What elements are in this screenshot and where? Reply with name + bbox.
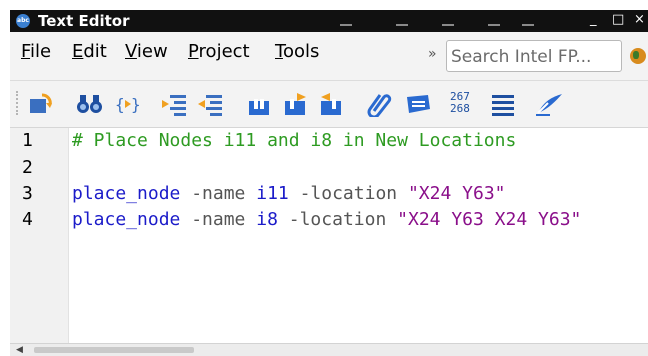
code-command: place_node — [72, 183, 181, 204]
toolbar: {} 267 268 — [10, 81, 648, 128]
window-title: Text Editor — [38, 12, 130, 30]
close-button[interactable]: × — [634, 12, 645, 27]
menu-project-label: roject — [198, 41, 250, 62]
code-string: "X24 Y63 X24 Y63" — [397, 209, 582, 230]
title-decoration — [396, 24, 408, 26]
code-line[interactable]: place_node -name i8 -location "X24 Y63 X… — [72, 209, 581, 230]
horizontal-scrollbar[interactable]: ◀ — [10, 343, 648, 356]
code-command: place_node — [72, 209, 181, 230]
code-line[interactable]: place_node -name i11 -location "X24 Y63" — [72, 183, 506, 204]
bookmark-icon[interactable] — [246, 91, 272, 117]
title-decoration — [340, 24, 352, 26]
toolbar-overflow-chevron-icon[interactable]: » — [428, 46, 437, 62]
svg-text:{: { — [115, 95, 125, 114]
app-icon: abc — [16, 14, 30, 28]
find-binoculars-icon[interactable] — [76, 91, 104, 117]
scroll-left-arrow-icon[interactable]: ◀ — [16, 345, 23, 355]
search-input[interactable]: Search Intel FP... — [446, 40, 622, 72]
menu-project[interactable]: Project — [188, 41, 250, 62]
attach-paperclip-icon[interactable] — [366, 91, 392, 117]
menu-tools-mnemonic: T — [275, 41, 283, 62]
indent-icon[interactable] — [160, 91, 188, 117]
braces-icon[interactable]: {} — [114, 91, 142, 117]
code-flag: -name — [180, 183, 257, 204]
bookmark-prev-icon[interactable] — [318, 91, 344, 117]
line-number: 3 — [22, 183, 33, 204]
menu-view-mnemonic: V — [125, 41, 137, 62]
edit-pen-icon[interactable] — [534, 91, 564, 117]
menu-edit-mnemonic: E — [72, 41, 84, 62]
open-refresh-icon[interactable] — [28, 91, 54, 117]
tag-icon[interactable] — [404, 91, 432, 117]
list-icon[interactable] — [490, 91, 516, 117]
title-decoration — [522, 24, 534, 26]
bookmark-next-icon[interactable] — [282, 91, 308, 117]
line-number: 1 — [22, 130, 33, 151]
menu-file-label: ile — [30, 41, 52, 62]
code-line-comment[interactable]: # Place Nodes i11 and i8 in New Location… — [72, 130, 516, 151]
maximize-button[interactable]: □ — [612, 12, 624, 27]
code-identifier: i11 — [256, 183, 289, 204]
menu-edit-label: dit — [83, 41, 107, 62]
code-editor[interactable]: 1 2 3 4 # Place Nodes i11 and i8 in New … — [10, 128, 648, 343]
scrollbar-thumb[interactable] — [34, 347, 194, 353]
line-number: 2 — [22, 157, 33, 178]
code-identifier: i8 — [256, 209, 278, 230]
minimize-button[interactable]: _ — [590, 12, 597, 27]
menu-view[interactable]: View — [125, 41, 168, 62]
title-decoration — [488, 24, 500, 26]
line-number: 4 — [22, 209, 33, 230]
menu-edit[interactable]: Edit — [72, 41, 107, 62]
code-flag: -location — [288, 183, 408, 204]
menu-tools-label: ools — [282, 41, 320, 62]
globe-icon[interactable] — [630, 48, 646, 64]
menu-bar: File Edit View Project Tools » Search In… — [10, 32, 648, 81]
code-flag: -name — [180, 209, 257, 230]
title-decoration — [442, 24, 454, 26]
line-numbers-bottom-label: 268 — [450, 102, 470, 115]
line-number-gutter: 1 2 3 4 — [10, 128, 69, 343]
line-numbers-icon[interactable]: 267 268 — [450, 91, 482, 117]
code-flag: -location — [277, 209, 398, 230]
menu-project-mnemonic: P — [188, 41, 199, 62]
code-string: "X24 Y63" — [407, 183, 506, 204]
menu-file-mnemonic: F — [21, 41, 31, 62]
menu-tools[interactable]: Tools — [275, 41, 319, 62]
title-bar[interactable]: abc Text Editor _ □ × — [10, 10, 648, 32]
outdent-icon[interactable] — [196, 91, 224, 117]
toolbar-grip-handle[interactable] — [16, 91, 21, 115]
menu-view-label: iew — [136, 41, 168, 62]
svg-text:}: } — [131, 95, 141, 114]
menu-file[interactable]: File — [21, 41, 51, 62]
